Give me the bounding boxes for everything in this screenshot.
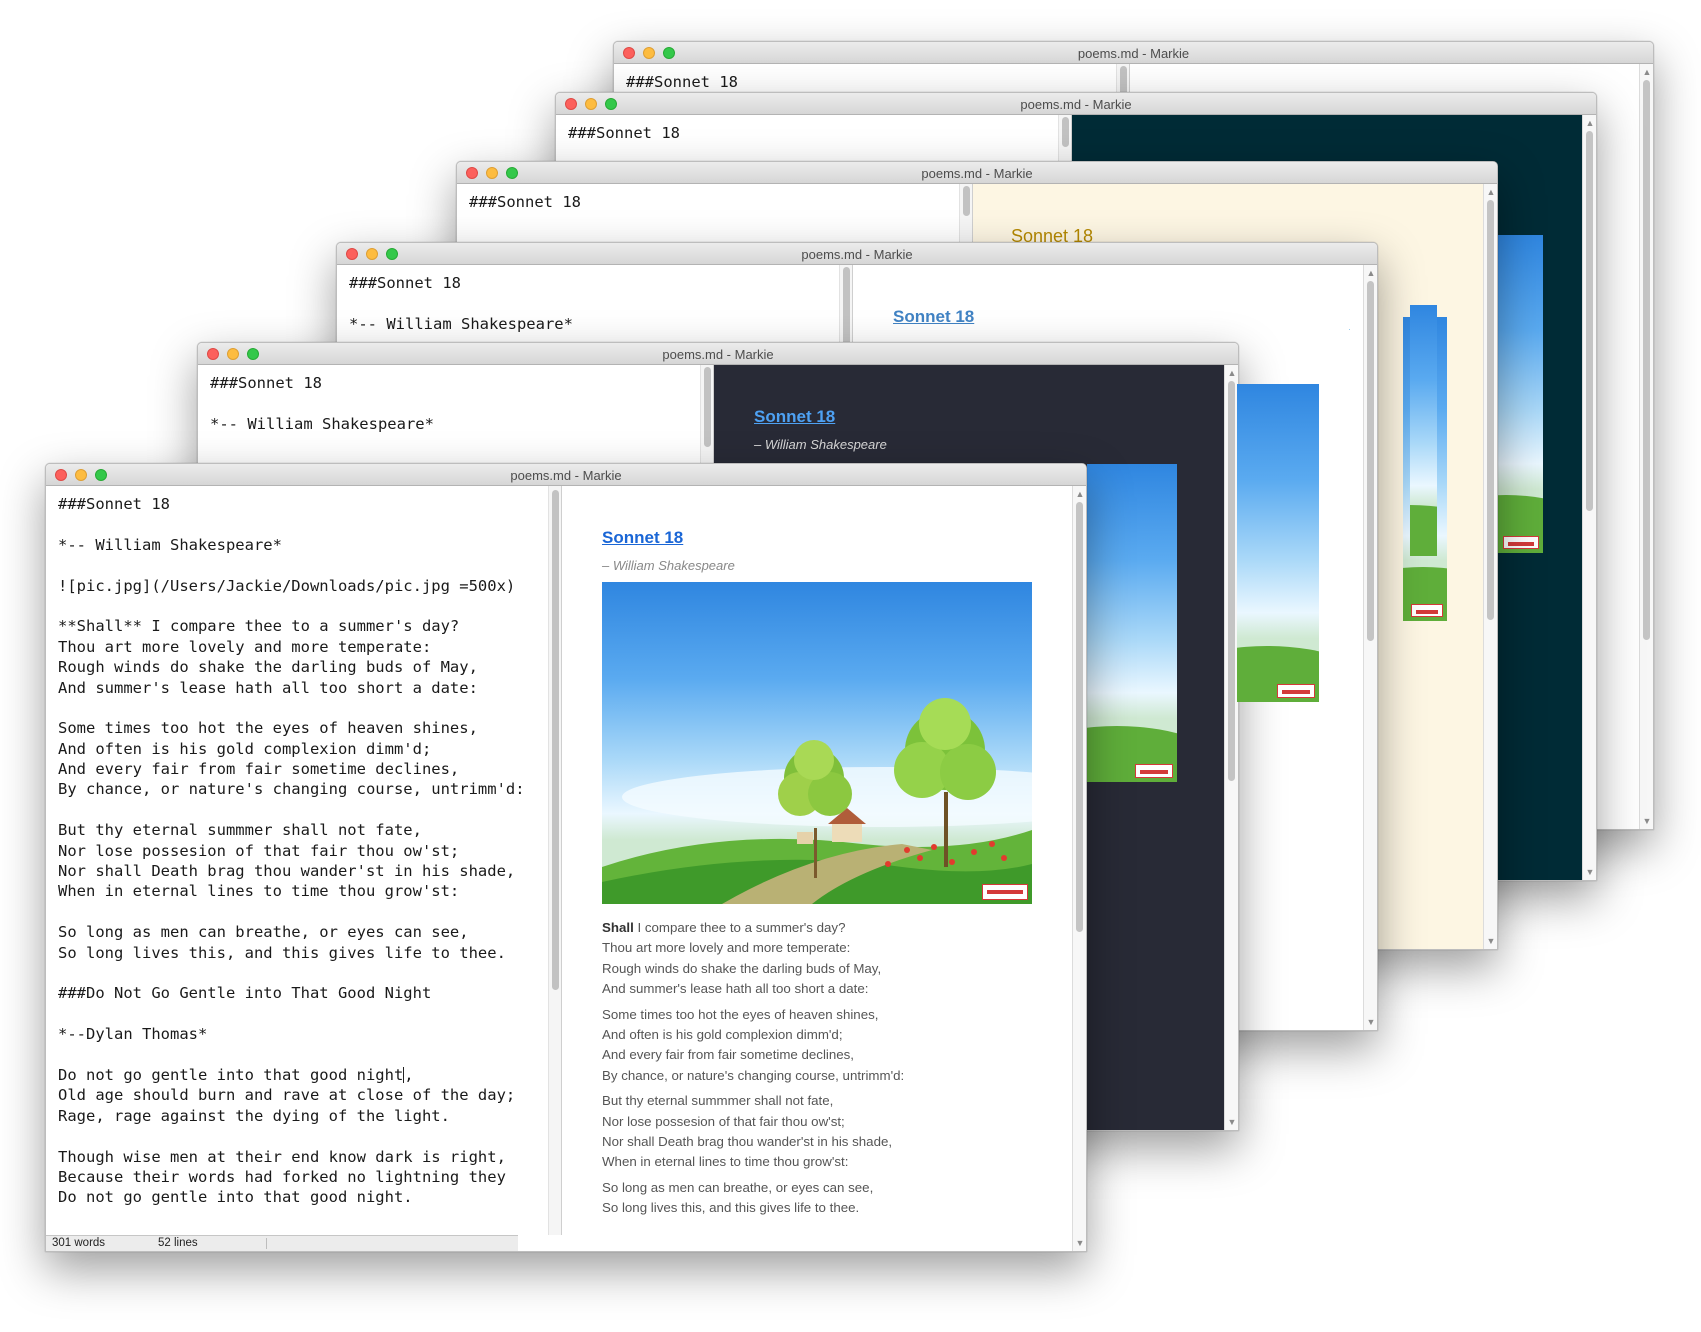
editor-line: *-- William Shakespeare* xyxy=(349,314,573,333)
editor-line: So long lives this, and this gives life … xyxy=(58,943,506,962)
preview-author: – William Shakespeare xyxy=(754,437,887,452)
title-bar[interactable]: poems.md - Markie xyxy=(46,464,1086,486)
title-bar[interactable]: poems.md - Markie xyxy=(457,162,1497,184)
word-count: 301 words xyxy=(52,1237,106,1249)
preview-scrollbar[interactable]: ▲ ▼ xyxy=(1639,64,1653,829)
editor-line: By chance, or nature's changing course, … xyxy=(58,780,525,799)
preview-title: Sonnet 18 xyxy=(893,307,975,326)
preview-image xyxy=(1087,464,1177,782)
editor-line: ###Sonnet 18 xyxy=(626,73,738,91)
editor-line: *-- William Shakespeare* xyxy=(58,535,282,554)
title-bar[interactable]: poems.md - Markie xyxy=(337,243,1377,265)
editor-line: Rough winds do shake the darling buds of… xyxy=(58,658,478,677)
editor-line: Some times too hot the eyes of heaven sh… xyxy=(58,719,478,738)
line-count: 52 lines xyxy=(158,1237,198,1249)
editor-line: **Shall** I compare thee to a summer's d… xyxy=(58,617,460,636)
preview-scrollbar[interactable]: ▲ ▼ xyxy=(1483,184,1497,949)
poem-stanza: So long as men can breathe, or eyes can … xyxy=(602,1179,874,1216)
preview-title: Sonnet 18 xyxy=(754,407,836,426)
title-bar[interactable]: poems.md - Markie xyxy=(614,42,1653,64)
editor-line: ###Sonnet 18 xyxy=(469,193,581,211)
preview-image xyxy=(1410,305,1437,556)
preview-poem: Shall I compare thee to a summer's day? … xyxy=(602,918,904,1224)
watermark-stamp xyxy=(982,884,1028,900)
window-title: poems.md - Markie xyxy=(1020,97,1132,112)
editor-line: *-- William Shakespeare* xyxy=(210,414,434,433)
editor-line: ###Sonnet 18 xyxy=(210,374,322,392)
editor-line: Nor lose possesion of that fair thou ow'… xyxy=(58,841,460,860)
preview-scrollbar[interactable]: ▲ ▼ xyxy=(1072,486,1086,1251)
editor-line: So long as men can breathe, or eyes can … xyxy=(58,923,469,942)
preview-scrollbar[interactable]: ▲ ▼ xyxy=(1363,265,1377,1030)
editor-line: Because their words had forked no lightn… xyxy=(58,1167,506,1186)
editor-line: *--Dylan Thomas* xyxy=(58,1025,208,1044)
editor-line: And summer's lease hath all too short a … xyxy=(58,678,478,697)
editor-line: But thy eternal summmer shall not fate, xyxy=(58,821,422,840)
preview-scrollbar[interactable]: ▲ ▼ xyxy=(1582,115,1596,880)
preview-author: – William Shakespeare xyxy=(602,558,735,573)
window-title: poems.md - Markie xyxy=(801,247,913,262)
title-bar[interactable]: poems.md - Markie xyxy=(198,343,1238,365)
window-title: poems.md - Markie xyxy=(921,166,1033,181)
editor-line: Nor shall Death brag thou wander'st in h… xyxy=(58,862,516,881)
status-bar: 301 words 52 lines xyxy=(46,1235,518,1251)
editor-line: ###Sonnet 18 xyxy=(349,274,461,292)
editor-line: And every fair from fair sometime declin… xyxy=(58,760,460,779)
editor-line: When in eternal lines to time thou grow'… xyxy=(58,882,460,901)
preview-title: Sonnet 18 xyxy=(602,528,684,547)
preview-image xyxy=(1237,384,1319,702)
preview-pane: Sonnet 18 – William Shakespeare Shall I … xyxy=(562,486,1072,1251)
window-title: poems.md - Markie xyxy=(510,468,622,483)
window-title: poems.md - Markie xyxy=(662,347,774,362)
editor-line: Thou art more lovely and more temperate: xyxy=(58,637,432,656)
title-bar[interactable]: poems.md - Markie xyxy=(556,93,1596,115)
window-main: poems.md - Markie ###Sonnet 18 *-- Willi… xyxy=(45,463,1087,1252)
editor-line: Though wise men at their end know dark i… xyxy=(58,1147,506,1166)
editor-line: ###Do Not Go Gentle into That Good Night xyxy=(58,984,432,1003)
editor-line: Rage, rage against the dying of the ligh… xyxy=(58,1106,450,1125)
editor-line: ###Sonnet 18 xyxy=(58,495,170,513)
editor-line: Do not go gentle into that good night. xyxy=(58,1188,413,1207)
editor-line: Old age should burn and rave at close of… xyxy=(58,1086,516,1105)
preview-image xyxy=(1349,329,1350,330)
poem-stanza: Shall I compare thee to a summer's day? … xyxy=(602,920,882,997)
editor-line: ![pic.jpg](/Users/Jackie/Downloads/pic.j… xyxy=(58,576,516,595)
poem-stanza: Some times too hot the eyes of heaven sh… xyxy=(602,1006,905,1083)
window-title: poems.md - Markie xyxy=(1077,46,1190,61)
preview-image xyxy=(602,582,1032,904)
preview-scrollbar[interactable]: ▲ ▼ xyxy=(1224,365,1238,1130)
editor-line: And often is his gold complexion dimm'd; xyxy=(58,739,432,758)
poem-stanza: But thy eternal summmer shall not fate, … xyxy=(602,1093,893,1170)
markdown-editor[interactable]: ###Sonnet 18 *-- William Shakespeare* ![… xyxy=(46,486,548,1235)
editor-line: ###Sonnet 18 xyxy=(568,124,680,142)
editor-line-with-cursor: Do not go gentle into that good night, xyxy=(58,1065,414,1084)
editor-scrollbar[interactable] xyxy=(548,486,562,1235)
